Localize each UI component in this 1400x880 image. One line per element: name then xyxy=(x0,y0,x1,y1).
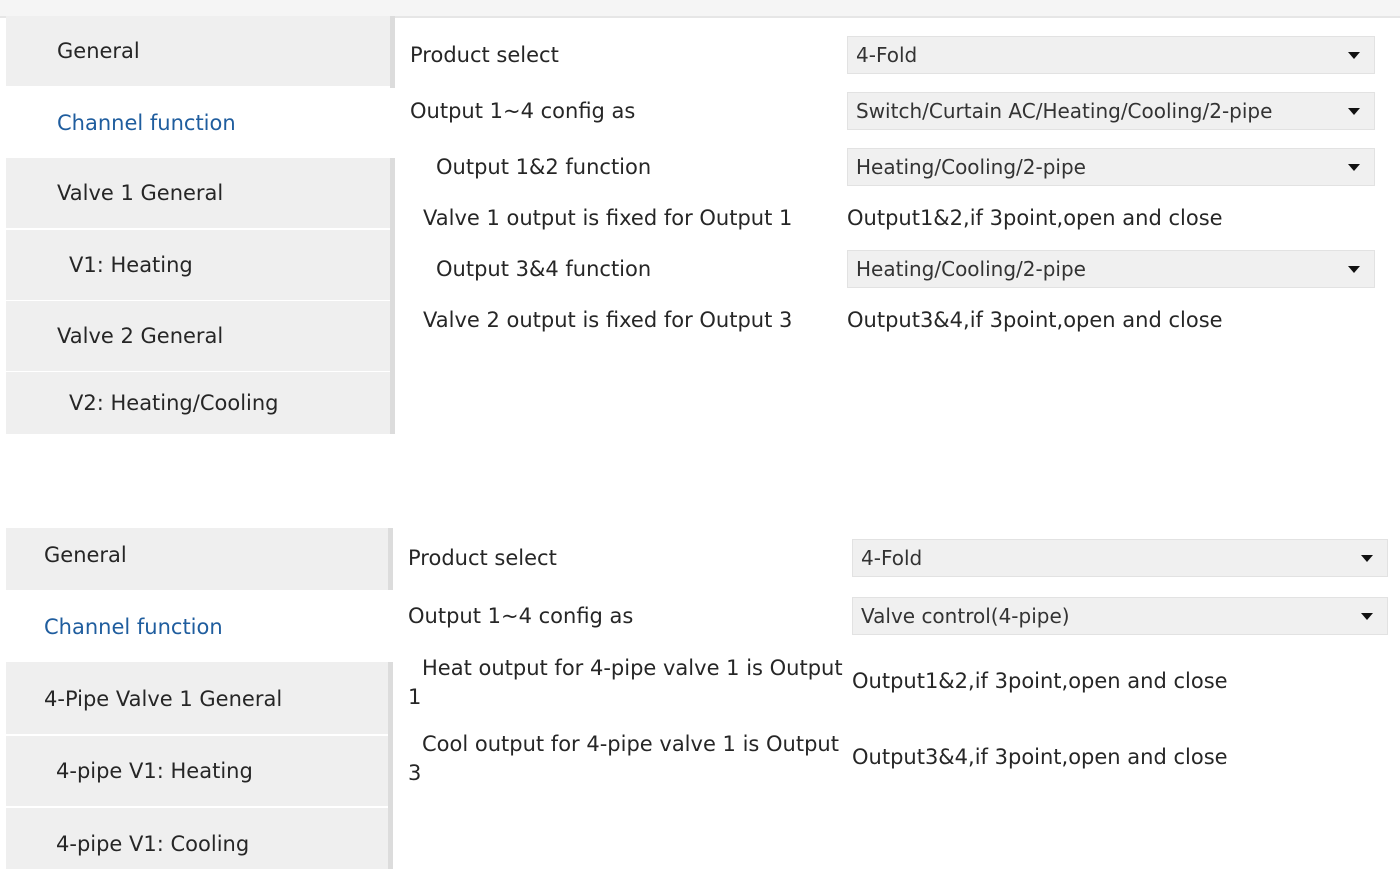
sidebar-border xyxy=(390,158,395,434)
output-config-value: Valve control(4-pipe) xyxy=(861,604,1070,628)
chevron-down-icon xyxy=(1361,613,1373,620)
chevron-down-icon xyxy=(1348,164,1360,171)
output34-function-label: Output 3&4 function xyxy=(436,257,652,281)
chevron-down-icon xyxy=(1348,266,1360,273)
output-config-dropdown[interactable]: Switch/Curtain AC/Heating/Cooling/2-pipe xyxy=(847,92,1375,130)
sidebar-item-channel-function[interactable]: Channel function xyxy=(6,590,392,662)
output12-function-label: Output 1&2 function xyxy=(436,155,652,179)
sidebar-item-4pipe-v1-heating[interactable]: 4-pipe V1: Heating xyxy=(6,736,388,806)
valve1-fixed-label: Valve 1 output is fixed for Output 1 xyxy=(423,206,793,230)
product-select-label: Product select xyxy=(408,546,557,570)
sidebar-item-valve2-general[interactable]: Valve 2 General xyxy=(6,301,390,371)
heat-output-value: Output1&2,if 3point,open and close xyxy=(852,669,1228,693)
sidebar: General Channel function 4-Pipe Valve 1 … xyxy=(6,528,393,869)
output12-function-dropdown[interactable]: Heating/Cooling/2-pipe xyxy=(847,148,1375,186)
sidebar-item-v1-heating[interactable]: V1: Heating xyxy=(6,230,390,300)
sidebar: General Channel function Valve 1 General… xyxy=(6,16,395,434)
output-config-value: Switch/Curtain AC/Heating/Cooling/2-pipe xyxy=(856,99,1273,123)
cool-output-value: Output3&4,if 3point,open and close xyxy=(852,745,1228,769)
output-config-label: Output 1~4 config as xyxy=(410,99,636,123)
product-select-label: Product select xyxy=(410,43,559,67)
heat-output-label-line1: Heat output for 4-pipe valve 1 is Output xyxy=(422,656,843,680)
product-select-dropdown[interactable]: 4-Fold xyxy=(847,36,1375,74)
sidebar-item-v2-heating-cooling[interactable]: V2: Heating/Cooling xyxy=(6,372,390,434)
sidebar-item-valve1-general[interactable]: Valve 1 General xyxy=(6,158,390,228)
chevron-down-icon xyxy=(1361,555,1373,562)
sidebar-border xyxy=(390,16,395,88)
valve2-fixed-value: Output3&4,if 3point,open and close xyxy=(847,308,1223,332)
output34-function-value: Heating/Cooling/2-pipe xyxy=(856,257,1086,281)
valve1-fixed-value: Output1&2,if 3point,open and close xyxy=(847,206,1223,230)
chevron-down-icon xyxy=(1348,52,1360,59)
sidebar-item-general[interactable]: General xyxy=(6,16,390,86)
valve2-fixed-label: Valve 2 output is fixed for Output 3 xyxy=(423,308,793,332)
output-config-dropdown[interactable]: Valve control(4-pipe) xyxy=(852,597,1388,635)
product-select-value: 4-Fold xyxy=(856,43,918,67)
cool-output-label-line2: 3 xyxy=(408,761,422,785)
parameter-panel-2pipe: General Channel function Valve 1 General… xyxy=(0,0,1400,434)
product-select-dropdown[interactable]: 4-Fold xyxy=(852,539,1388,577)
sidebar-border xyxy=(388,662,393,869)
sidebar-item-4pipe-valve1-general[interactable]: 4-Pipe Valve 1 General xyxy=(6,662,388,734)
sidebar-border xyxy=(388,528,393,590)
sidebar-item-channel-function[interactable]: Channel function xyxy=(6,88,392,158)
sidebar-item-general[interactable]: General xyxy=(6,528,388,590)
output34-function-dropdown[interactable]: Heating/Cooling/2-pipe xyxy=(847,250,1375,288)
output-config-label: Output 1~4 config as xyxy=(408,604,634,628)
heat-output-label-line2: 1 xyxy=(408,685,422,709)
cool-output-label: Cool output for 4-pipe valve 1 is Output… xyxy=(408,730,852,788)
heat-output-label: Heat output for 4-pipe valve 1 is Output… xyxy=(408,654,852,712)
sidebar-item-4pipe-v1-cooling[interactable]: 4-pipe V1: Cooling xyxy=(6,808,388,869)
parameter-panel-4pipe: General Channel function 4-Pipe Valve 1 … xyxy=(0,528,1400,869)
output12-function-value: Heating/Cooling/2-pipe xyxy=(856,155,1086,179)
product-select-value: 4-Fold xyxy=(861,546,923,570)
cool-output-label-line1: Cool output for 4-pipe valve 1 is Output xyxy=(422,732,839,756)
chevron-down-icon xyxy=(1348,108,1360,115)
